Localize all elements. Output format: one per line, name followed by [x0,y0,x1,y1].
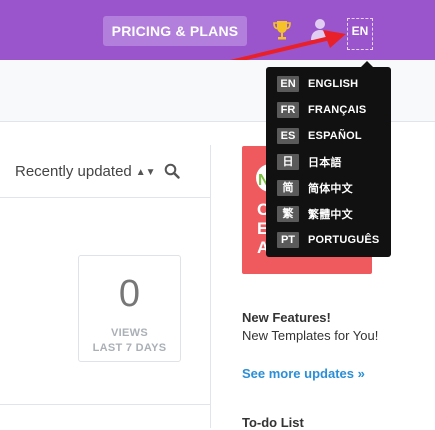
language-code-badge: EN [277,75,299,92]
language-code-badge: 日 [277,153,299,170]
views-count: 0 [118,273,141,315]
projects-toolbar: Recently updated ▲▼ [0,145,210,198]
language-option-ja[interactable]: 日日本語 [277,153,387,171]
language-dropdown-menu: EN ENGLISH FR FRANÇAIS ES ESPAÑOL 日日本語 简简体中… [266,61,391,257]
language-option-label: ESPAÑOL [308,129,362,142]
language-option-zh-hant[interactable]: 繁繁體中文 [277,205,387,223]
language-option-label: ENGLISH [308,77,359,90]
language-option-label: 日本語 [308,156,342,169]
views-label: VIEWS LAST 7 DAYS [79,326,180,356]
language-code-badge: PT [277,231,299,248]
language-code-badge: 繁 [277,205,299,222]
see-more-updates-link[interactable]: See more updates » [242,366,365,381]
language-option-label: 简体中文 [308,182,353,195]
search-icon[interactable] [164,163,180,179]
news-body: New Templates for You! [242,328,379,343]
language-code-badge: 简 [277,179,299,196]
language-option-es[interactable]: ES ESPAÑOL [277,127,387,145]
sort-arrows-icon: ▲▼ [135,167,156,178]
language-option-label: 繁體中文 [308,208,353,221]
views-label-line1: VIEWS [111,327,148,339]
language-code-badge: ES [277,127,299,144]
language-option-fr[interactable]: FR FRANÇAIS [277,101,387,119]
sort-select-label: Recently updated [15,163,132,180]
views-stat-card: 0 VIEWS LAST 7 DAYS [78,255,181,362]
language-option-en[interactable]: EN ENGLISH [277,75,387,93]
language-option-label: FRANÇAIS [308,103,367,116]
divider [0,404,210,405]
language-code-badge: FR [277,101,299,118]
language-option-zh-hans[interactable]: 简简体中文 [277,179,387,197]
language-option-pt[interactable]: PT PORTUGUÊS [277,231,387,249]
sort-select[interactable]: Recently updated ▲▼ [15,163,156,180]
news-title: New Features! [242,310,331,325]
views-label-line2: LAST 7 DAYS [92,342,167,354]
language-option-label: PORTUGUÊS [308,233,380,246]
